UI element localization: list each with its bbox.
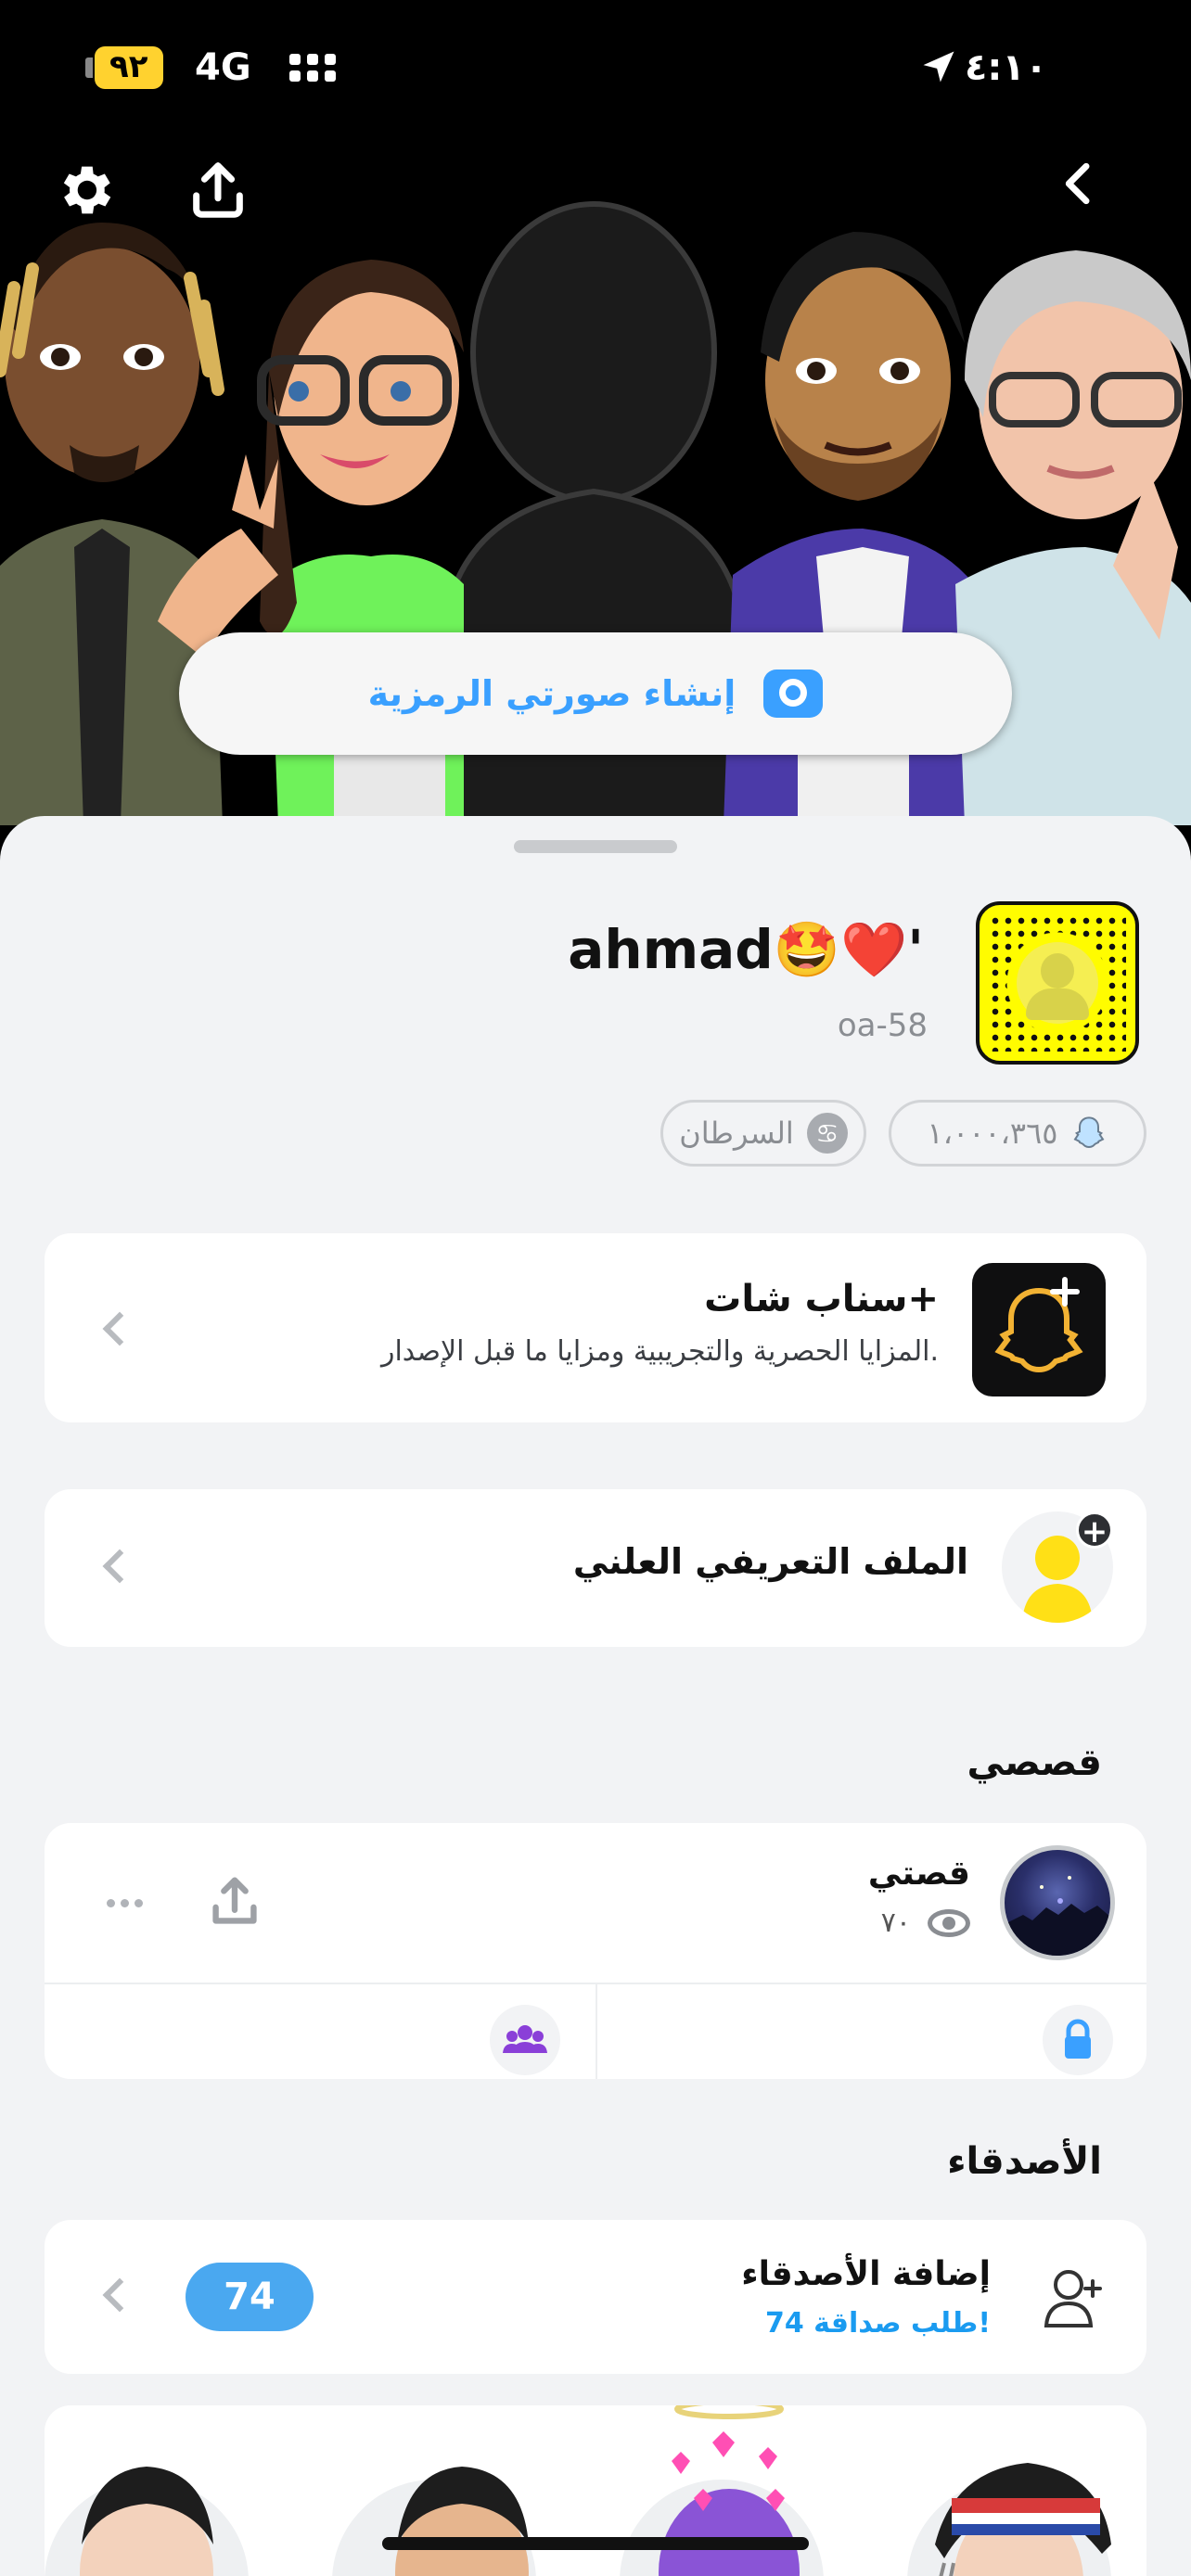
camera-icon [763,670,824,718]
zodiac-label: السرطان [679,1116,794,1151]
location-arrow-icon [923,51,954,83]
my-story-label[interactable]: قصتي [868,1855,970,1893]
friend-requests-text: 74 طلب صداقة! [764,2307,991,2340]
signal-icon [289,54,336,82]
shared-story-button[interactable] [490,2005,560,2075]
group-icon [503,2025,547,2053]
story-view-count: ٧٠ [880,1906,911,1939]
gear-icon [63,166,111,214]
profile-sheet: ahmad🤩❤️' oa-58 ١،٠٠٠،٣٦٥ السرطان ♋ سناب… [0,816,1191,2576]
story-thumbnail-image [1005,1876,1110,1956]
cancer-zodiac-icon: ♋ [806,1113,848,1154]
lock-icon [1065,2019,1091,2059]
network-type: 4G [195,46,251,89]
my-story-thumbnail[interactable] [1000,1845,1115,1960]
home-indicator[interactable] [382,2537,809,2550]
snapchat-plus-subtitle: المزايا الحصرية والتجريبية ومزايا ما قبل… [380,1335,939,1368]
snapcode[interactable] [976,901,1139,1065]
share-profile-button[interactable] [186,158,269,241]
add-badge-icon: + [1076,1511,1113,1549]
my-story-card: قصتي ٧٠ [45,1823,1146,2079]
snap-score-pill[interactable]: ١،٠٠٠،٣٦٥ [889,1100,1146,1167]
battery-level: ٩٢ [95,46,163,89]
snap-score-value: ١،٠٠٠،٣٦٥ [927,1116,1058,1151]
chevron-left-icon [96,1549,134,1586]
snapchat-plus-title: سناب شات+ [704,1278,939,1320]
add-friend-icon [1044,2270,1102,2327]
create-avatar-button[interactable]: إنشاء صورتي الرمزية [179,632,1012,755]
snapchat-plus-card[interactable]: سناب شات+ المزايا الحصرية والتجريبية ومز… [45,1233,1146,1422]
friend-avatar-1 [0,223,224,825]
friends-avatars-card[interactable] [45,2405,1146,2576]
share-icon [193,162,243,218]
battery-indicator: ٩٢ [85,46,163,89]
more-options-button[interactable] [100,1879,148,1927]
eye-icon [928,1908,970,1937]
add-friends-label: إضافة الأصدقاء [741,2255,991,2293]
avatar-placeholder-icon [1041,953,1074,988]
sheet-grabber[interactable] [514,840,677,853]
settings-button[interactable] [52,158,135,241]
friends-section-title: الأصدقاء [947,2140,1102,2183]
back-button[interactable] [1054,158,1137,241]
more-dots-icon [106,1898,115,1907]
create-avatar-label: إنشاء صورتي الرمزية [367,673,736,714]
friend-requests-badge: 74 [186,2263,314,2331]
chevron-left-icon [96,2277,134,2315]
public-profile-card[interactable]: + الملف التعريفي العلني [45,1489,1146,1647]
clock: ٤:١٠ [965,46,1048,89]
divider [596,1983,597,2079]
private-story-button[interactable] [1043,2005,1113,2075]
share-story-button[interactable] [202,1869,267,1934]
stories-section-title: قصصي [967,1741,1103,1784]
add-friends-card[interactable]: إضافة الأصدقاء 74 طلب صداقة! 74 [45,2220,1146,2374]
snapchat-plus-icon [972,1263,1106,1396]
zodiac-pill[interactable]: السرطان ♋ [660,1100,866,1167]
public-profile-title: الملف التعريفي العلني [572,1541,968,1582]
chevron-right-icon [1065,162,1090,205]
share-icon [212,1877,257,1924]
ghost-icon [1074,1116,1105,1149]
chevron-left-icon [96,1311,134,1348]
friends-bitmojis [45,2405,1111,2576]
status-bar: ٩٢ 4G ٤:١٠ [0,0,1191,139]
display-name[interactable]: ahmad🤩❤️' [568,918,924,982]
story-views: ٧٠ [881,1906,970,1939]
username: oa-58 [837,1007,928,1044]
